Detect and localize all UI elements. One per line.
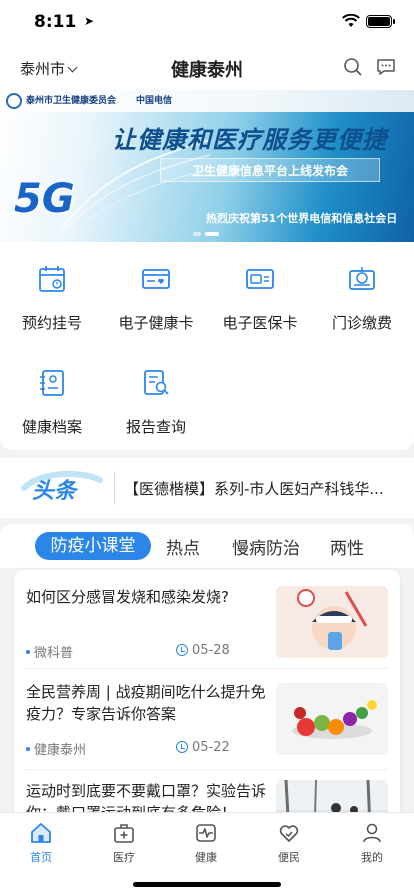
banner-footer: 热烈庆祝第51个世界电信和信息社会日: [206, 212, 398, 225]
tabbar-label: 医疗: [113, 851, 135, 864]
headlines-ticker[interactable]: 头条 【医德楷模】系列-市人医妇产科钱华...: [0, 458, 414, 518]
home-indicator: [133, 882, 281, 887]
article-thumbnail: [276, 683, 388, 755]
tabbar-convenience[interactable]: 便民: [259, 821, 319, 865]
city-label: 泰州市: [20, 60, 66, 78]
article-source: 健康泰州: [26, 739, 86, 758]
promo-banner[interactable]: 泰州市卫生健康委员会 中国电信 让健康和医疗服务更便捷 卫生健康信息平台上线发布…: [0, 90, 414, 242]
tabbar-label: 便民: [278, 851, 300, 864]
chevron-down-icon: [67, 62, 78, 73]
article-date: 05-22: [176, 739, 230, 755]
headline-text: 【医德楷模】系列-市人医妇产科钱华...: [124, 480, 384, 498]
article-source: 微科普: [26, 642, 73, 661]
service-label: 电子医保卡: [222, 314, 298, 332]
tabbar-label: 我的: [361, 851, 383, 864]
tab-hot[interactable]: 热点: [166, 534, 200, 559]
tabbar-medical[interactable]: 医疗: [94, 821, 154, 865]
divider: [114, 471, 115, 505]
toutiao-logo: 头条: [21, 470, 103, 504]
service-report-query[interactable]: 报告查询: [104, 346, 208, 436]
heartbeat-icon: [196, 824, 216, 842]
location-arrow-icon: ➤: [84, 14, 95, 28]
status-bar: 8:11 ➤: [0, 0, 414, 44]
tabbar-label: 首页: [30, 851, 52, 864]
service-label: 门诊缴费: [331, 314, 392, 332]
article-date: 05-28: [176, 642, 230, 658]
banner-subtitle: 卫生健康信息平台上线发布会: [191, 164, 348, 178]
banner-org: 泰州市卫生健康委员会: [26, 96, 117, 106]
payment-icon: [349, 267, 375, 290]
service-health-record[interactable]: 健康档案: [0, 346, 104, 436]
insurance-card-icon: [246, 269, 274, 289]
city-selector[interactable]: 泰州市: [20, 58, 78, 79]
carousel-dot-active: [205, 232, 219, 236]
toutiao-text: 头条: [32, 479, 79, 504]
service-payment[interactable]: 门诊缴费: [310, 242, 414, 332]
article-date-text: 05-28: [192, 643, 230, 658]
health-commission-logo: [6, 93, 22, 109]
tabbar-home[interactable]: 首页: [11, 821, 71, 865]
clock-icon: [176, 741, 188, 753]
article-feed: 如何区分感冒发烧和感染发烧? 微科普 05-28 全民营养周 | 战疫期间吃什么…: [14, 570, 400, 830]
banner-headline: 让健康和医疗服务更便捷: [112, 126, 387, 154]
banner-telecom: 中国电信: [136, 96, 173, 106]
tabbar-label: 健康: [195, 851, 217, 864]
service-appointment[interactable]: 预约挂号: [0, 242, 104, 332]
home-icon: [31, 823, 51, 843]
service-label: 报告查询: [125, 418, 186, 436]
service-label: 电子健康卡: [118, 314, 194, 332]
article-date-text: 05-22: [192, 740, 230, 755]
carousel-indicator: [193, 232, 233, 238]
search-icon[interactable]: [343, 57, 363, 77]
tabbar-mine[interactable]: 我的: [342, 821, 402, 865]
article-title: 全民营养周 | 战疫期间吃什么提升免疫力？专家告诉你答案: [26, 683, 266, 723]
navigation-bar: 泰州市 健康泰州: [0, 44, 414, 90]
user-icon: [363, 823, 381, 843]
medical-kit-icon: [114, 824, 134, 843]
carousel-dot: [193, 232, 201, 236]
message-icon[interactable]: [376, 57, 396, 77]
sick-child-illustration: [276, 586, 388, 658]
health-record-icon: [40, 370, 64, 396]
content-tabs: 防疫小课堂 热点 慢病防治 两性: [0, 524, 414, 568]
battery-icon: [366, 15, 395, 28]
service-health-card[interactable]: 电子健康卡: [104, 242, 208, 332]
calendar-icon: [39, 266, 65, 292]
tab-gender-health[interactable]: 两性: [330, 534, 364, 559]
tab-epidemic-class[interactable]: 防疫小课堂: [35, 532, 151, 560]
service-label: 健康档案: [21, 418, 82, 436]
heart-hand-icon: [279, 825, 299, 842]
service-label: 预约挂号: [21, 314, 82, 332]
fruit-vegetables-illustration: [276, 683, 388, 755]
article-title: 如何区分感冒发烧和感染发烧?: [26, 588, 229, 606]
health-card-icon: [142, 269, 170, 289]
5g-badge: 5G: [14, 176, 75, 222]
clock-icon: [176, 644, 188, 656]
article-thumbnail: [276, 586, 388, 658]
5g-text: 5G: [14, 176, 75, 222]
status-time: 8:11: [34, 12, 77, 32]
article-card[interactable]: 全民营养周 | 战疫期间吃什么提升免疫力？专家告诉你答案 健康泰州 05-22: [14, 669, 400, 769]
tab-chronic-disease[interactable]: 慢病防治: [232, 534, 300, 559]
report-search-icon: [144, 370, 169, 395]
article-card[interactable]: 如何区分感冒发烧和感染发烧? 微科普 05-28: [14, 570, 400, 668]
service-insurance-card[interactable]: 电子医保卡: [208, 242, 312, 332]
services-grid: 预约挂号 电子健康卡 电子医保卡 门诊缴费 健康档案 报告查询: [0, 242, 414, 450]
tabbar-health[interactable]: 健康: [176, 821, 236, 865]
wifi-icon: [342, 14, 360, 27]
